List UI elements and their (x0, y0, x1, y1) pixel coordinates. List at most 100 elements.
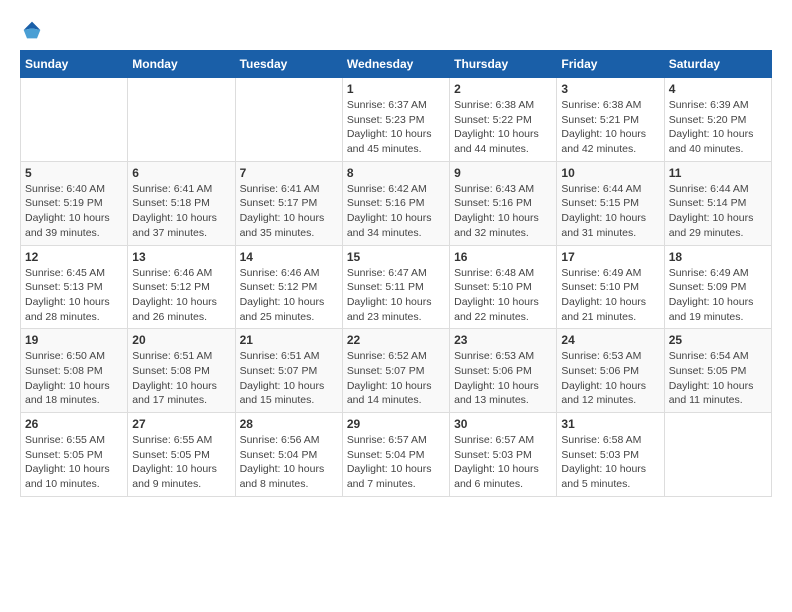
calendar-cell: 12 Sunrise: 6:45 AM Sunset: 5:13 PM Dayli… (21, 245, 128, 329)
calendar-cell: 18 Sunrise: 6:49 AM Sunset: 5:09 PM Dayli… (664, 245, 771, 329)
day-info: Sunrise: 6:49 AM Sunset: 5:09 PM Dayligh… (669, 266, 767, 325)
calendar-cell (235, 78, 342, 162)
day-number: 22 (347, 333, 445, 347)
calendar-cell (128, 78, 235, 162)
day-info: Sunrise: 6:38 AM Sunset: 5:21 PM Dayligh… (561, 98, 659, 157)
calendar-cell: 14 Sunrise: 6:46 AM Sunset: 5:12 PM Dayli… (235, 245, 342, 329)
day-info: Sunrise: 6:45 AM Sunset: 5:13 PM Dayligh… (25, 266, 123, 325)
calendar-table: SundayMondayTuesdayWednesdayThursdayFrid… (20, 50, 772, 497)
day-number: 15 (347, 250, 445, 264)
header-row: SundayMondayTuesdayWednesdayThursdayFrid… (21, 51, 772, 78)
day-info: Sunrise: 6:46 AM Sunset: 5:12 PM Dayligh… (240, 266, 338, 325)
day-number: 18 (669, 250, 767, 264)
calendar-cell: 27 Sunrise: 6:55 AM Sunset: 5:05 PM Dayli… (128, 413, 235, 497)
day-info: Sunrise: 6:51 AM Sunset: 5:08 PM Dayligh… (132, 349, 230, 408)
week-row-4: 19 Sunrise: 6:50 AM Sunset: 5:08 PM Dayli… (21, 329, 772, 413)
day-info: Sunrise: 6:40 AM Sunset: 5:19 PM Dayligh… (25, 182, 123, 241)
header-tuesday: Tuesday (235, 51, 342, 78)
day-number: 16 (454, 250, 552, 264)
day-number: 24 (561, 333, 659, 347)
calendar-cell: 6 Sunrise: 6:41 AM Sunset: 5:18 PM Daylig… (128, 161, 235, 245)
calendar-cell: 22 Sunrise: 6:52 AM Sunset: 5:07 PM Dayli… (342, 329, 449, 413)
calendar-cell: 2 Sunrise: 6:38 AM Sunset: 5:22 PM Daylig… (450, 78, 557, 162)
header-thursday: Thursday (450, 51, 557, 78)
calendar-cell: 10 Sunrise: 6:44 AM Sunset: 5:15 PM Dayli… (557, 161, 664, 245)
day-info: Sunrise: 6:55 AM Sunset: 5:05 PM Dayligh… (132, 433, 230, 492)
calendar-cell: 8Sunrise: 6:42 AM Sunset: 5:16 PM Daylig… (342, 161, 449, 245)
day-info: Sunrise: 6:41 AM Sunset: 5:18 PM Dayligh… (132, 182, 230, 241)
week-row-1: 1 Sunrise: 6:37 AM Sunset: 5:23 PM Daylig… (21, 78, 772, 162)
calendar-cell: 17Sunrise: 6:49 AM Sunset: 5:10 PM Dayli… (557, 245, 664, 329)
calendar-cell: 31 Sunrise: 6:58 AM Sunset: 5:03 PM Dayli… (557, 413, 664, 497)
header-monday: Monday (128, 51, 235, 78)
day-number: 26 (25, 417, 123, 431)
day-info: Sunrise: 6:55 AM Sunset: 5:05 PM Dayligh… (25, 433, 123, 492)
day-number: 9 (454, 166, 552, 180)
calendar-cell: 26 Sunrise: 6:55 AM Sunset: 5:05 PM Dayli… (21, 413, 128, 497)
day-info: Sunrise: 6:44 AM Sunset: 5:15 PM Dayligh… (561, 182, 659, 241)
day-info: Sunrise: 6:53 AM Sunset: 5:06 PM Dayligh… (561, 349, 659, 408)
day-info: Sunrise: 6:46 AM Sunset: 5:12 PM Dayligh… (132, 266, 230, 325)
day-info: Sunrise: 6:54 AM Sunset: 5:05 PM Dayligh… (669, 349, 767, 408)
day-info: Sunrise: 6:37 AM Sunset: 5:23 PM Dayligh… (347, 98, 445, 157)
day-info: Sunrise: 6:39 AM Sunset: 5:20 PM Dayligh… (669, 98, 767, 157)
day-info: Sunrise: 6:52 AM Sunset: 5:07 PM Dayligh… (347, 349, 445, 408)
week-row-3: 12 Sunrise: 6:45 AM Sunset: 5:13 PM Dayli… (21, 245, 772, 329)
header-saturday: Saturday (664, 51, 771, 78)
day-number: 31 (561, 417, 659, 431)
day-info: Sunrise: 6:44 AM Sunset: 5:14 PM Dayligh… (669, 182, 767, 241)
day-number: 13 (132, 250, 230, 264)
day-number: 4 (669, 82, 767, 96)
day-info: Sunrise: 6:38 AM Sunset: 5:22 PM Dayligh… (454, 98, 552, 157)
calendar-cell: 30Sunrise: 6:57 AM Sunset: 5:03 PM Dayli… (450, 413, 557, 497)
week-row-5: 26 Sunrise: 6:55 AM Sunset: 5:05 PM Dayli… (21, 413, 772, 497)
day-number: 11 (669, 166, 767, 180)
day-info: Sunrise: 6:41 AM Sunset: 5:17 PM Dayligh… (240, 182, 338, 241)
calendar-cell (664, 413, 771, 497)
day-number: 12 (25, 250, 123, 264)
day-number: 30 (454, 417, 552, 431)
day-info: Sunrise: 6:58 AM Sunset: 5:03 PM Dayligh… (561, 433, 659, 492)
day-info: Sunrise: 6:53 AM Sunset: 5:06 PM Dayligh… (454, 349, 552, 408)
day-number: 20 (132, 333, 230, 347)
calendar-cell: 4 Sunrise: 6:39 AM Sunset: 5:20 PM Daylig… (664, 78, 771, 162)
day-number: 23 (454, 333, 552, 347)
week-row-2: 5Sunrise: 6:40 AM Sunset: 5:19 PM Daylig… (21, 161, 772, 245)
calendar-cell: 25 Sunrise: 6:54 AM Sunset: 5:05 PM Dayli… (664, 329, 771, 413)
day-number: 8 (347, 166, 445, 180)
calendar-cell: 16 Sunrise: 6:48 AM Sunset: 5:10 PM Dayli… (450, 245, 557, 329)
day-number: 28 (240, 417, 338, 431)
calendar-cell: 15Sunrise: 6:47 AM Sunset: 5:11 PM Dayli… (342, 245, 449, 329)
calendar-cell: 24 Sunrise: 6:53 AM Sunset: 5:06 PM Dayli… (557, 329, 664, 413)
header-wednesday: Wednesday (342, 51, 449, 78)
day-number: 14 (240, 250, 338, 264)
day-info: Sunrise: 6:49 AM Sunset: 5:10 PM Dayligh… (561, 266, 659, 325)
calendar-cell (21, 78, 128, 162)
calendar-cell: 21 Sunrise: 6:51 AM Sunset: 5:07 PM Dayli… (235, 329, 342, 413)
day-number: 1 (347, 82, 445, 96)
calendar-cell: 5Sunrise: 6:40 AM Sunset: 5:19 PM Daylig… (21, 161, 128, 245)
day-number: 19 (25, 333, 123, 347)
day-number: 25 (669, 333, 767, 347)
day-info: Sunrise: 6:51 AM Sunset: 5:07 PM Dayligh… (240, 349, 338, 408)
day-info: Sunrise: 6:57 AM Sunset: 5:04 PM Dayligh… (347, 433, 445, 492)
day-number: 10 (561, 166, 659, 180)
calendar-cell: 28 Sunrise: 6:56 AM Sunset: 5:04 PM Dayli… (235, 413, 342, 497)
calendar-cell: 1 Sunrise: 6:37 AM Sunset: 5:23 PM Daylig… (342, 78, 449, 162)
day-number: 6 (132, 166, 230, 180)
day-info: Sunrise: 6:48 AM Sunset: 5:10 PM Dayligh… (454, 266, 552, 325)
logo-icon (22, 20, 42, 40)
calendar-cell: 3 Sunrise: 6:38 AM Sunset: 5:21 PM Daylig… (557, 78, 664, 162)
day-number: 27 (132, 417, 230, 431)
header-sunday: Sunday (21, 51, 128, 78)
day-number: 3 (561, 82, 659, 96)
day-number: 2 (454, 82, 552, 96)
day-number: 21 (240, 333, 338, 347)
calendar-cell: 7Sunrise: 6:41 AM Sunset: 5:17 PM Daylig… (235, 161, 342, 245)
header-friday: Friday (557, 51, 664, 78)
calendar-cell: 20 Sunrise: 6:51 AM Sunset: 5:08 PM Dayli… (128, 329, 235, 413)
day-info: Sunrise: 6:50 AM Sunset: 5:08 PM Dayligh… (25, 349, 123, 408)
day-number: 29 (347, 417, 445, 431)
day-info: Sunrise: 6:56 AM Sunset: 5:04 PM Dayligh… (240, 433, 338, 492)
calendar-cell: 23 Sunrise: 6:53 AM Sunset: 5:06 PM Dayli… (450, 329, 557, 413)
